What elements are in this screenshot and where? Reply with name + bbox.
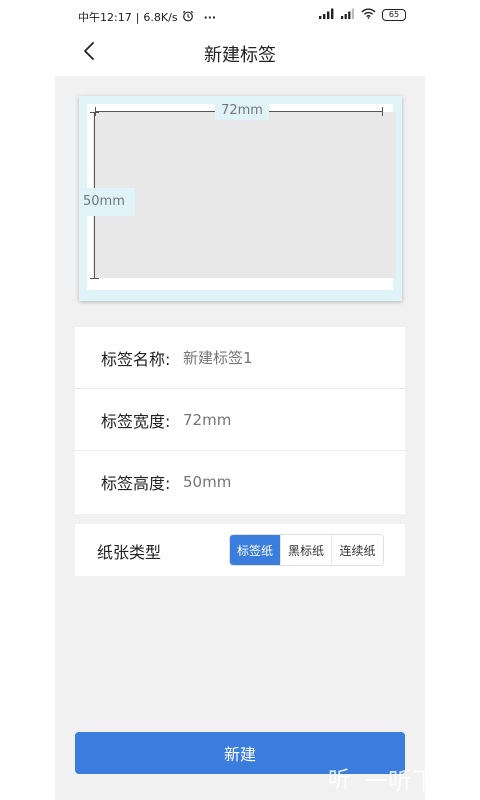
label-name-label: 标签名称: [101, 349, 171, 369]
paper-type-selector: 标签纸 黑标纸 连续纸 [229, 534, 384, 566]
cellular-signal-icon [319, 8, 335, 22]
paper-type-option-label[interactable]: 标签纸 [230, 535, 281, 565]
paper-type-option-continuous[interactable]: 连续纸 [332, 535, 383, 565]
watermark-text-label: 一听下载 [364, 766, 460, 795]
width-dimension-tick-right [382, 107, 383, 116]
paper-type-row: 纸张类型 标签纸 黑标纸 连续纸 [75, 524, 405, 576]
status-time: 中午12:17 [78, 11, 132, 24]
status-bar: 中午12:17 | 6.8K/s ··· 65 [0, 0, 480, 30]
label-name-input[interactable] [183, 348, 383, 367]
label-settings-form: 标签名称: 标签宽度: 标签高度: [75, 327, 405, 514]
label-height-label: 标签高度: [101, 474, 171, 493]
content-area: 72mm 50mm 标签名称: 标签宽度: 标签高度: 纸张类型 [55, 76, 425, 800]
watermark-logo-icon: 听 [327, 768, 350, 793]
height-dimension-tick-bottom [90, 278, 99, 279]
screen: 中午12:17 | 6.8K/s ··· 65 新建标签 72mm 50mm 标… [0, 0, 480, 800]
paper-type-label: 纸张类型 [97, 543, 162, 562]
label-height-row: 标签高度: [75, 451, 405, 513]
height-dimension-label: 50mm [83, 194, 125, 209]
height-dimension-tick-top [90, 112, 99, 113]
wifi-icon [361, 8, 376, 22]
label-height-input[interactable] [183, 473, 383, 491]
watermark: 听 一听下载 [318, 756, 480, 800]
status-right: 65 [319, 8, 406, 22]
label-name-row: 标签名称: [75, 327, 405, 389]
label-width-input[interactable] [183, 410, 383, 429]
status-divider: | [135, 10, 140, 24]
status-left: 中午12:17 | 6.8K/s ··· [78, 9, 216, 25]
watermark-text: 一听下载 [360, 756, 460, 800]
more-notifications-icon: ··· [203, 10, 217, 24]
paper-type-option-black-mark[interactable]: 黑标纸 [281, 535, 332, 565]
label-preview: 72mm 50mm [79, 96, 402, 301]
width-dimension-label: 72mm [221, 103, 263, 118]
status-speed: 6.8K/s [143, 10, 178, 24]
cellular-signal-2-icon [341, 8, 355, 22]
alarm-icon [182, 10, 194, 25]
label-preview-area [93, 112, 396, 278]
nav-bar: 新建标签 [0, 30, 480, 76]
page-title: 新建标签 [204, 45, 276, 66]
label-width-row: 标签宽度: [75, 389, 405, 451]
battery-icon: 65 [382, 9, 406, 21]
label-width-label: 标签宽度: [101, 411, 171, 431]
